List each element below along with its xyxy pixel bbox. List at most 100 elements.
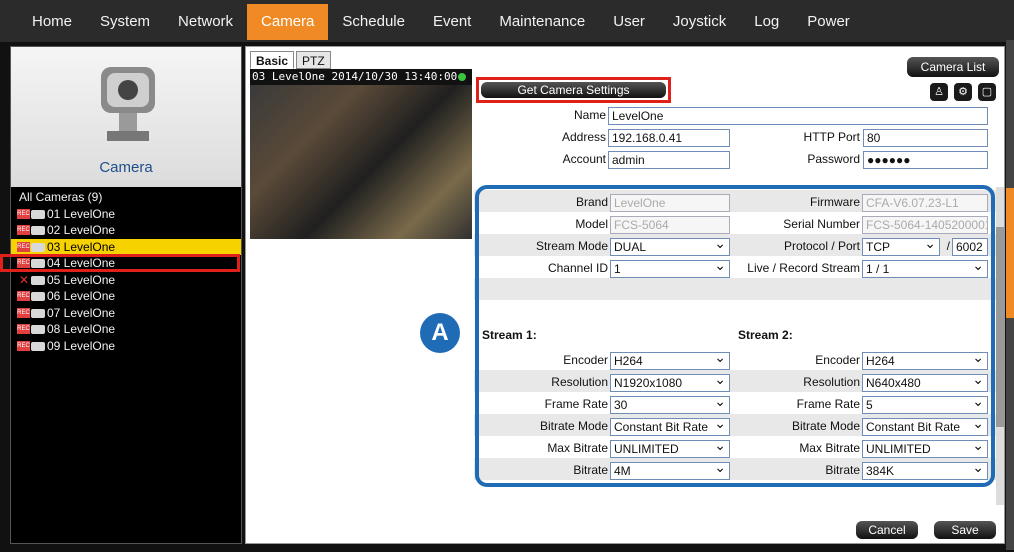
s2-encoder-select[interactable]: H264 [862, 352, 988, 370]
scrollbar-thumb[interactable] [996, 227, 1004, 427]
s1-encoder-select[interactable]: H264 [610, 352, 730, 370]
address-label: Address [561, 130, 606, 144]
nav-item-joystick[interactable]: Joystick [659, 4, 740, 40]
camera-list-item[interactable]: REC 09 LevelOne [11, 338, 241, 355]
nav-item-power[interactable]: Power [793, 4, 864, 40]
s1-encoder-label: Encoder [563, 353, 608, 367]
tree-root[interactable]: All Cameras (9) [11, 189, 241, 206]
nav-item-user[interactable]: User [599, 4, 659, 40]
live-record-select[interactable]: 1 / 1 [862, 260, 988, 278]
firmware-field: CFA-V6.07.23-L1 [862, 194, 988, 212]
scrollbar[interactable] [996, 187, 1004, 505]
camera-list-item[interactable]: REC 07 LevelOne [11, 305, 241, 322]
rec-icon: REC [17, 258, 30, 268]
camera-list-label: 08 LevelOne [47, 322, 116, 336]
get-camera-settings-button[interactable]: Get Camera Settings [481, 82, 666, 98]
s1-bitrate-select[interactable]: 4M [610, 462, 730, 480]
status-dot-icon [458, 73, 466, 81]
camera-list-button[interactable]: Camera List [907, 57, 999, 77]
top-navigation: Home System Network Camera Schedule Event Main… [0, 0, 1014, 42]
app-window: Home System Network Camera Schedule Event Main… [0, 0, 1014, 552]
port-field[interactable]: 6002 [952, 238, 988, 256]
window-icon[interactable]: ▢ [978, 83, 996, 101]
s2-bitrate-label: Bitrate [825, 463, 860, 477]
s2-framerate-label: Frame Rate [796, 397, 860, 411]
account-field[interactable]: admin [608, 151, 730, 169]
camera-small-icon [31, 308, 45, 318]
camera-small-icon [31, 259, 45, 268]
password-field[interactable]: ●●●●●● [863, 151, 988, 169]
settings-icon[interactable]: ⚙ [954, 83, 972, 101]
http-port-field[interactable]: 80 [863, 129, 988, 147]
tab-ptz[interactable]: PTZ [296, 51, 331, 69]
s2-encoder-label: Encoder [815, 353, 860, 367]
s1-resolution-select[interactable]: N1920x1080 [610, 374, 730, 392]
camera-small-icon [31, 325, 45, 334]
stream-mode-select[interactable]: DUAL [610, 238, 730, 256]
s2-bitrate-mode-select[interactable]: Constant Bit Rate [862, 418, 988, 436]
nav-item-camera[interactable]: Camera [247, 4, 329, 40]
camera-list-label: 09 LevelOne [47, 338, 116, 353]
s2-bitrate-select[interactable]: 384K [862, 462, 988, 480]
channel-label: Channel ID [547, 261, 608, 275]
camera-icon [101, 67, 155, 141]
nav-item-event[interactable]: Event [419, 4, 485, 40]
annotation-badge: A [420, 313, 460, 353]
camera-list-label: 07 LevelOne [47, 305, 116, 320]
camera-list-item[interactable]: REC 06 LevelOne [11, 288, 241, 305]
protocol-label: Protocol / Port [783, 239, 860, 253]
tab-basic[interactable]: Basic [250, 51, 295, 69]
s2-max-bitrate-select[interactable]: UNLIMITED [862, 440, 988, 458]
camera-list-label: 04 LevelOne [47, 256, 116, 270]
camera-list-label: 05 LevelOne [47, 272, 116, 287]
cancel-button[interactable]: Cancel [856, 521, 918, 539]
address-field[interactable]: 192.168.0.41 [608, 129, 730, 147]
camera-list-item[interactable]: REC 02 LevelOne [11, 222, 241, 239]
rec-icon: REC [17, 340, 30, 351]
camera-tree: All Cameras (9) REC 01 LevelOne REC 02 Level… [11, 189, 241, 354]
person-icon[interactable]: ♙ [930, 83, 948, 101]
protocol-select[interactable]: TCP [862, 238, 940, 256]
nav-bar: Home System Network Camera Schedule Event Main… [18, 4, 864, 40]
firmware-label: Firmware [810, 195, 860, 209]
s1-framerate-select[interactable]: 30 [610, 396, 730, 414]
row-stripe [474, 278, 996, 300]
s1-resolution-label: Resolution [551, 375, 608, 389]
camera-list-label: 01 LevelOne [47, 206, 116, 221]
preview-overlay: 03 LevelOne 2014/10/30 13:40:00 [250, 69, 472, 85]
nav-item-maintenance[interactable]: Maintenance [485, 4, 599, 40]
nav-item-system[interactable]: System [86, 4, 164, 40]
s2-framerate-select[interactable]: 5 [862, 396, 988, 414]
nav-item-network[interactable]: Network [164, 4, 247, 40]
s1-max-bitrate-select[interactable]: UNLIMITED [610, 440, 730, 458]
camera-list-item[interactable]: REC 04 LevelOne [11, 255, 241, 272]
camera-list-item[interactable]: REC 08 LevelOne [11, 321, 241, 338]
brand-label: Brand [575, 195, 608, 209]
name-field[interactable]: LevelOne [608, 107, 988, 125]
rec-icon: REC [17, 324, 30, 334]
nav-item-home[interactable]: Home [18, 4, 86, 40]
rec-icon: REC [17, 208, 30, 219]
nav-item-schedule[interactable]: Schedule [328, 4, 419, 40]
camera-list-label: 06 LevelOne [47, 289, 116, 303]
s2-resolution-label: Resolution [803, 375, 860, 389]
save-button[interactable]: Save [934, 521, 996, 539]
serial-field: FCS-5064-14052000016 [862, 216, 988, 234]
s2-bitrate-mode-label: Bitrate Mode [791, 419, 860, 433]
camera-list-label: 03 LevelOne [47, 239, 116, 254]
s1-bitrate-mode-select[interactable]: Constant Bit Rate [610, 418, 730, 436]
stream-settings: Brand LevelOne Firmware CFA-V6.07.23-L1 … [474, 186, 996, 486]
nav-item-log[interactable]: Log [740, 4, 793, 40]
active-side-tab[interactable] [1006, 188, 1014, 318]
camera-small-icon [31, 209, 45, 219]
disconnected-icon: ✕ [19, 272, 30, 287]
camera-list-item[interactable]: REC 01 LevelOne [11, 206, 241, 223]
stream-mode-label: Stream Mode [535, 239, 608, 253]
camera-header: Camera [11, 47, 241, 187]
s2-resolution-select[interactable]: N640x480 [862, 374, 988, 392]
camera-list-item[interactable]: REC 03 LevelOne [11, 238, 241, 255]
live-video [250, 85, 472, 239]
channel-select[interactable]: 1 [610, 260, 730, 278]
camera-small-icon [31, 292, 45, 301]
camera-list-item[interactable]: ✕ 05 LevelOne [11, 272, 241, 289]
